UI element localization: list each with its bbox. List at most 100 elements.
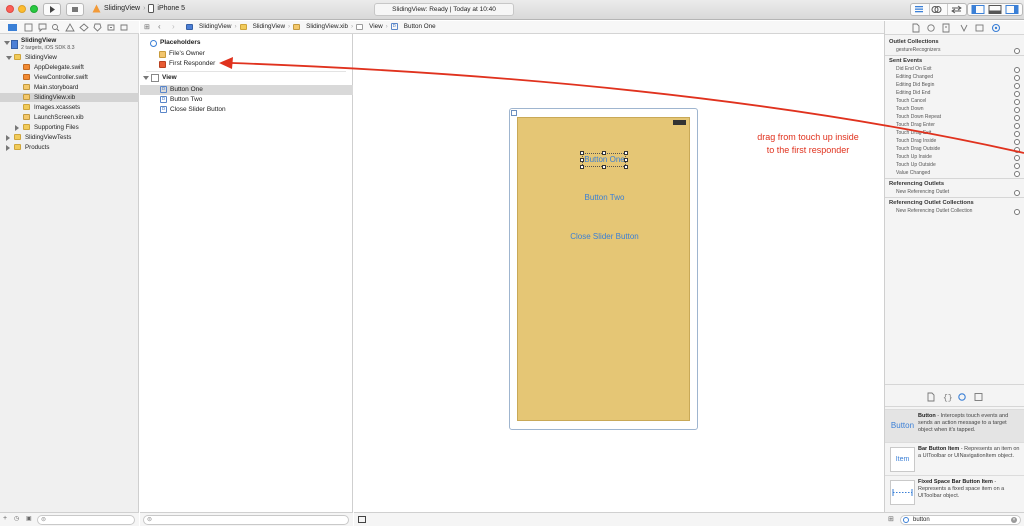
library-item-description: Bar Button Item - Represents an item on … — [918, 446, 1022, 460]
disclosure-triangle-icon[interactable] — [6, 135, 10, 141]
library-item[interactable]: Item Bar Button Item - Represents an item… — [885, 442, 1024, 476]
filter-icon: ⊜ — [147, 517, 153, 523]
navigator-filter-input[interactable]: ⊜ — [37, 515, 135, 525]
file-tree-item[interactable]: SlidingView.xib — [0, 93, 139, 102]
connection-well-icon[interactable] — [1014, 163, 1020, 169]
scheme-selector[interactable]: SlidingView › iPhone 5 — [92, 4, 185, 13]
resize-handle[interactable] — [602, 151, 606, 155]
view-drag-handle-icon[interactable] — [511, 110, 517, 116]
outline-item-view[interactable]: View — [140, 73, 353, 83]
battery-icon — [673, 120, 686, 125]
connection-well-icon[interactable] — [1014, 115, 1020, 121]
connection-well-icon[interactable] — [1014, 107, 1020, 113]
outline-item-close-slider-button[interactable]: B Close Slider Button — [140, 105, 353, 115]
breadcrumb-item[interactable]: View — [369, 23, 383, 30]
stop-button[interactable] — [66, 3, 84, 16]
close-window-button[interactable] — [6, 5, 14, 13]
close-slider-button[interactable]: Close Slider Button — [518, 232, 691, 241]
forward-arrow-icon[interactable]: › — [172, 22, 175, 31]
file-tree-item[interactable]: Main.storyboard — [0, 83, 139, 92]
resize-handle[interactable] — [602, 165, 606, 169]
resize-handle[interactable] — [624, 165, 628, 169]
source-control-filter-icon[interactable]: ▣ — [26, 515, 32, 522]
file-tree-label: SlidingViewTests — [25, 134, 72, 141]
file-tree-item[interactable]: Images.xcassets — [0, 103, 139, 112]
editor-mode-segment[interactable] — [910, 3, 967, 16]
breadcrumb-item[interactable]: SlidingView — [253, 23, 285, 30]
outline-item-first-responder[interactable]: First Responder — [140, 59, 353, 69]
recent-files-icon[interactable]: ◷ — [14, 515, 19, 522]
add-icon[interactable]: + — [3, 515, 7, 522]
file-tree-item[interactable]: Supporting Files — [0, 123, 139, 132]
connection-well-icon[interactable] — [1014, 155, 1020, 161]
file-tree-item[interactable]: SlidingViewTests — [0, 133, 139, 142]
disclosure-triangle-icon[interactable] — [6, 145, 10, 151]
connection-well-icon[interactable] — [1014, 48, 1020, 54]
project-root-row[interactable]: SlidingView 2 targets, iOS SDK 8.3 — [0, 37, 139, 53]
connection-well-icon[interactable] — [1014, 209, 1020, 215]
outline-item-button-one[interactable]: B Button One — [140, 85, 353, 95]
resize-handle[interactable] — [580, 151, 584, 155]
show-outline-toggle-icon[interactable] — [358, 516, 366, 523]
breadcrumb-item[interactable]: SlidingView.xib — [306, 23, 348, 30]
connection-well-icon[interactable] — [1014, 139, 1020, 145]
library-filter-bar: ⊞ button × — [884, 512, 1024, 526]
view-toggle-segment[interactable] — [967, 3, 1023, 16]
connection-well-icon[interactable] — [1014, 147, 1020, 153]
canvas-bottom-bar — [354, 512, 884, 526]
resize-handle[interactable] — [580, 165, 584, 169]
breadcrumb-item[interactable]: Button One — [404, 23, 436, 30]
connection-well-icon[interactable] — [1014, 75, 1020, 81]
file-tree-item[interactable]: Products — [0, 143, 139, 152]
svg-text:{}: {} — [943, 394, 953, 403]
outline-item-files-owner[interactable]: File's Owner — [140, 49, 353, 59]
file-tree-item[interactable]: ViewController.swift — [0, 73, 139, 82]
resize-handle[interactable] — [580, 158, 584, 162]
inspector-section-header: Sent Events — [889, 58, 923, 64]
file-tree-item[interactable]: AppDelegate.swift — [0, 63, 139, 72]
view-background[interactable]: Button One Button Two Close Slider Butto… — [517, 117, 690, 421]
disclosure-triangle-icon[interactable] — [6, 56, 12, 60]
navigator-tab-icons[interactable] — [0, 21, 139, 34]
outline-filter-input[interactable]: ⊜ — [143, 515, 349, 525]
file-tree-item[interactable]: SlidingView — [0, 53, 139, 62]
button-two[interactable]: Button Two — [518, 193, 691, 202]
zoom-window-button[interactable] — [30, 5, 38, 13]
run-button[interactable] — [43, 3, 61, 16]
library-item[interactable]: Fixed Space Bar Button Item - Represents… — [885, 475, 1024, 509]
connection-well-icon[interactable] — [1014, 190, 1020, 196]
disclosure-triangle-icon[interactable] — [15, 125, 19, 131]
minimize-window-button[interactable] — [18, 5, 26, 13]
project-icon — [186, 23, 193, 30]
back-arrow-icon[interactable]: ‹ — [158, 22, 161, 31]
resize-handle[interactable] — [624, 151, 628, 155]
connection-well-icon[interactable] — [1014, 67, 1020, 73]
xib-icon — [23, 84, 30, 90]
connection-well-icon[interactable] — [1014, 91, 1020, 97]
annotation-text: drag from touch up inside to the first r… — [708, 131, 908, 157]
xib-file-icon — [293, 23, 301, 30]
library-tab-icons[interactable]: {} — [885, 391, 1024, 403]
related-items-icon[interactable]: ⊞ — [144, 23, 150, 31]
grid-view-icon[interactable]: ⊞ — [888, 515, 894, 523]
connection-well-icon[interactable] — [1014, 171, 1020, 177]
resize-handle[interactable] — [624, 158, 628, 162]
clear-search-icon[interactable]: × — [1011, 517, 1017, 523]
connection-label: Touch Up Outside — [896, 162, 936, 168]
connection-well-icon[interactable] — [1014, 99, 1020, 105]
connection-well-icon[interactable] — [1014, 123, 1020, 129]
disclosure-triangle-icon[interactable] — [4, 41, 10, 45]
library-search-input[interactable]: button × — [900, 515, 1021, 525]
inspector-tab-icons[interactable] — [885, 21, 1024, 35]
view-icon — [356, 23, 364, 30]
library-item[interactable]: Button Button - Intercepts touch events a… — [885, 409, 1024, 443]
breadcrumb-item[interactable]: SlidingView — [199, 23, 231, 30]
connection-well-icon[interactable] — [1014, 131, 1020, 137]
panel-toggle-icons — [971, 5, 1019, 14]
file-tree-item[interactable]: LaunchScreen.xib — [0, 113, 139, 122]
disclosure-triangle-icon[interactable] — [143, 76, 149, 80]
scheme-name: SlidingView — [104, 5, 141, 12]
outline-item-button-two[interactable]: B Button Two — [140, 95, 353, 105]
xib-icon — [23, 114, 30, 120]
connection-well-icon[interactable] — [1014, 83, 1020, 89]
